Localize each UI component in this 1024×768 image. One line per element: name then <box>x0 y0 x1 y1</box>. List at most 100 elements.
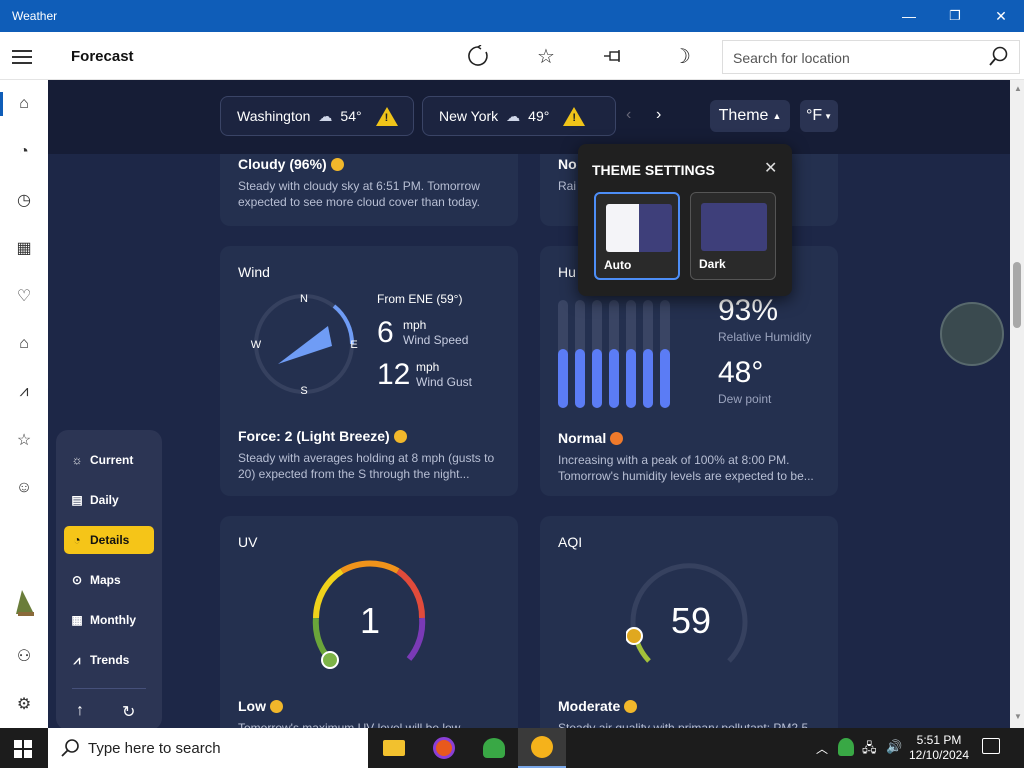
chevron-left-icon[interactable]: ‹ <box>626 106 631 124</box>
theme-button[interactable]: Theme ▲ <box>710 100 790 132</box>
humidity-bar <box>558 300 568 408</box>
close-icon[interactable]: ✕ <box>764 158 777 178</box>
humidity-status: Normal <box>558 430 607 446</box>
aqi-card: AQI 59 Moderate Steady air quality with … <box>540 516 838 728</box>
humidity-value: 93% <box>718 294 779 327</box>
dew-point-label: Dew point <box>718 392 772 406</box>
humidity-bar <box>660 300 670 408</box>
close-button[interactable]: ✕ <box>978 0 1024 32</box>
maximize-button[interactable]: ❐ <box>932 0 978 32</box>
humidity-bar <box>643 300 653 408</box>
tray-clock[interactable]: 5:51 PM 12/10/2024 <box>906 733 972 763</box>
wind-compass: N E S W <box>251 293 358 397</box>
wind-speed-value: 6 <box>377 316 394 349</box>
nav-item-daily[interactable]: ▤ Daily <box>64 486 154 514</box>
file-explorer-icon[interactable] <box>370 728 418 768</box>
settings-gear-icon[interactable]: ⚙ <box>12 692 36 716</box>
refresh-icon[interactable] <box>464 42 492 70</box>
search-icon[interactable] <box>989 46 1009 73</box>
windows-start-icon[interactable] <box>14 740 32 763</box>
vertical-scrollbar[interactable]: ▲ ▼ <box>1010 80 1024 728</box>
tray-date: 12/10/2024 <box>908 748 970 762</box>
location-chip-washington[interactable]: Washington ☁ 54° ! <box>220 96 414 136</box>
smiley-icon[interactable]: ☺ <box>12 476 36 500</box>
radar-icon[interactable]: ◔ <box>12 140 36 164</box>
location-name: New York <box>439 108 499 124</box>
uv-text: Tomorrow's maximum UV level will be low.… <box>238 721 470 728</box>
aqi-title: AQI <box>558 534 583 550</box>
info-icon[interactable] <box>393 430 407 443</box>
location-chip-new-york[interactable]: New York ☁ 49° ! <box>422 96 616 136</box>
volume-icon[interactable]: 🔊 <box>886 739 902 755</box>
wizard-avatar-icon[interactable] <box>14 588 36 618</box>
floating-orb-button[interactable] <box>940 302 1004 366</box>
wind-speed-label: Wind Speed <box>403 333 469 347</box>
wind-card: Wind N E S W From ENE (59°) 6 mph Wind S… <box>220 246 518 496</box>
tray-chevron-up-icon[interactable]: ︿ <box>816 740 828 757</box>
hamburger-menu-button[interactable] <box>12 46 34 66</box>
app-sidebar: ⌂ ◔ ◷ ▦ ♡ ⌂ ⩘ ☆ ☺ ⚇ ⚙ <box>0 80 48 728</box>
info-icon[interactable] <box>270 700 283 713</box>
info-icon[interactable] <box>610 432 624 445</box>
theme-option-auto[interactable]: Auto <box>594 192 680 280</box>
humidity-bars <box>558 300 678 408</box>
uv-status: Low <box>238 698 266 714</box>
auto-preview <box>606 204 672 252</box>
warning-icon[interactable]: ! <box>563 106 586 126</box>
calendar-icon[interactable]: ▦ <box>12 236 36 260</box>
unit-button[interactable]: °F ▼ <box>800 100 838 132</box>
notification-center-icon[interactable] <box>982 738 1000 754</box>
precip-title: No <box>558 156 577 172</box>
clock-icon[interactable]: ◷ <box>12 188 36 212</box>
home-icon[interactable]: ⌂ <box>12 92 36 116</box>
add-user-icon[interactable]: ⚇ <box>12 644 36 668</box>
weather-app-icon[interactable] <box>518 728 566 768</box>
info-icon[interactable] <box>330 158 344 171</box>
theme-popup-title: THEME SETTINGS <box>592 162 715 178</box>
scrollbar-thumb[interactable] <box>1013 262 1021 328</box>
nav-item-monthly[interactable]: ▦ Monthly <box>64 606 154 634</box>
taskbar-search-box[interactable]: Type here to search <box>48 728 368 768</box>
tray-time: 5:51 PM <box>916 733 962 747</box>
star-list-icon[interactable]: ☆ <box>12 428 36 452</box>
compass-w: W <box>251 339 262 351</box>
detail-nav-panel: ☼ Current ▤ Daily ◔ Details ⊙ Maps ▦ Monthly … <box>56 430 162 728</box>
scroll-up-arrow-icon[interactable]: ▲ <box>1014 84 1022 93</box>
scroll-down-arrow-icon[interactable]: ▼ <box>1014 712 1022 721</box>
scroll-up-icon[interactable]: ↑ <box>76 702 84 720</box>
compass-s: S <box>300 385 307 397</box>
nav-item-maps[interactable]: ⊙ Maps <box>64 566 154 594</box>
people-app-icon[interactable] <box>470 728 518 768</box>
star-icon[interactable]: ☆ <box>532 42 560 70</box>
location-temp: 49° <box>528 108 550 124</box>
refresh-icon[interactable]: ↻ <box>122 702 135 722</box>
trend-chart-icon[interactable]: ⩘ <box>12 380 36 404</box>
warning-icon[interactable]: ! <box>375 106 398 126</box>
wind-gust-value: 12 <box>377 358 411 391</box>
heart-icon[interactable]: ♡ <box>12 284 36 308</box>
nav-divider <box>72 688 146 689</box>
theme-label: Theme <box>718 107 769 124</box>
moon-icon[interactable]: ☽ <box>668 42 696 70</box>
humidity-bar <box>626 300 636 408</box>
theme-option-dark[interactable]: Dark <box>690 192 776 280</box>
minimize-button[interactable]: — <box>886 0 932 32</box>
network-icon[interactable]: 🖧 <box>862 739 877 761</box>
aqi-text: Steady air quality with primary pollutan… <box>558 721 819 728</box>
tray-people-icon[interactable] <box>838 738 854 756</box>
chevron-right-icon[interactable]: › <box>656 106 661 124</box>
location-search-input[interactable]: Search for location <box>722 40 1020 74</box>
nav-item-current[interactable]: ☼ Current <box>64 446 154 474</box>
building-icon[interactable]: ⌂ <box>12 332 36 356</box>
pin-icon[interactable] <box>600 42 628 70</box>
humidity-label: Relative Humidity <box>718 330 812 344</box>
taskbar-search-placeholder: Type here to search <box>88 740 221 757</box>
wind-text: Steady with averages holding at 8 mph (g… <box>238 451 495 481</box>
firefox-icon[interactable] <box>420 728 468 768</box>
humidity-bar <box>609 300 619 408</box>
nav-item-trends[interactable]: ⩘ Trends <box>64 646 154 674</box>
title-bar: Weather — ❐ ✕ <box>0 0 1024 32</box>
info-icon[interactable] <box>624 700 638 713</box>
nav-item-details[interactable]: ◔ Details <box>64 526 154 554</box>
wind-gust-unit: mph <box>416 360 440 374</box>
